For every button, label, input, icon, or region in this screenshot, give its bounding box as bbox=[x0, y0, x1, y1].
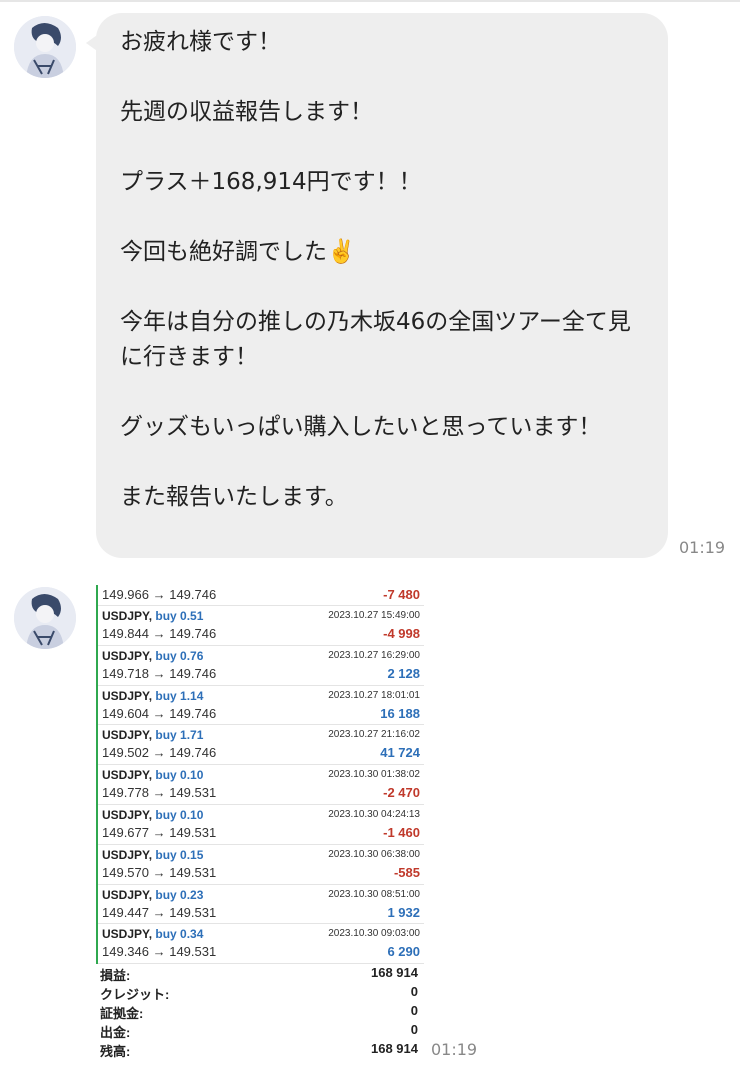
trade-prices: 149.844 → 149.746 bbox=[102, 626, 217, 641]
symbol-label: USDJPY, bbox=[102, 648, 153, 663]
summary-label: 出金: bbox=[100, 1025, 131, 1040]
avatar-illustration-icon bbox=[14, 16, 76, 78]
trade-symbol: USDJPY, buy 1.71 bbox=[102, 728, 203, 742]
symbol-label: USDJPY, bbox=[102, 609, 153, 623]
trade-prices: 149.502 → 149.746 bbox=[102, 745, 217, 761]
trade-prices: 149.346 → 149.531 bbox=[102, 944, 217, 960]
trade-history-image[interactable]: 149.966 → 149.746 -7 480 USDJPY, buy 0.5… bbox=[92, 585, 424, 1063]
trade-prices: 149.966 → 149.746 bbox=[102, 587, 217, 602]
trade-symbol: USDJPY, buy 0.10 bbox=[102, 768, 203, 782]
trade-row: USDJPY, buy 1.71 2023.10.27 21:16:02 149.5… bbox=[98, 725, 424, 766]
trade-datetime: 2023.10.27 18:01:01 bbox=[328, 689, 420, 701]
trade-prices: 149.447 → 149.531 bbox=[102, 904, 217, 920]
trade-prices: 149.718 → 149.746 bbox=[102, 665, 217, 681]
message-line: グッズもいっぱい購入したいと思っています！ bbox=[120, 414, 602, 440]
trade-list: 149.966 → 149.746 -7 480 USDJPY, buy 0.5… bbox=[96, 585, 424, 965]
summary-line: 損益: 168 914 bbox=[100, 965, 420, 984]
trade-row: USDJPY, buy 0.51 2023.10.27 15:49:00 149.8… bbox=[98, 606, 424, 646]
summary-line: 出金: 0 bbox=[100, 1022, 420, 1041]
message-line: お疲れ様です！ bbox=[120, 29, 281, 55]
symbol-label: USDJPY, bbox=[102, 728, 153, 743]
avatar-illustration-icon bbox=[14, 587, 76, 649]
summary-label: 残高: bbox=[100, 1044, 131, 1059]
trade-symbol: USDJPY, buy 1.14 bbox=[102, 689, 203, 703]
trade-profit: -585 bbox=[393, 864, 420, 880]
summary-value: 0 bbox=[410, 1003, 418, 1018]
trade-symbol: USDJPY, buy 0.23 bbox=[102, 888, 203, 902]
symbol-label: USDJPY, bbox=[102, 688, 153, 703]
summary-label: 証拠金: bbox=[100, 1006, 144, 1021]
side-label: buy 0.51 bbox=[155, 609, 204, 623]
trade-row: 149.966 → 149.746 -7 480 bbox=[98, 585, 424, 606]
sender-avatar[interactable] bbox=[14, 16, 76, 78]
message-line: また報告いたします。 bbox=[120, 484, 348, 510]
top-divider bbox=[0, 0, 740, 2]
side-label: buy 0.34 bbox=[155, 927, 204, 942]
trade-symbol: USDJPY, buy 0.51 bbox=[102, 609, 203, 623]
message-line: 今回も絶好調でした✌️ bbox=[120, 239, 356, 265]
summary-value: 168 914 bbox=[371, 965, 418, 980]
account-summary: 損益: 168 914 クレジット: 0 証拠金: 0 出金: 0 残高: 168 914 bbox=[100, 965, 420, 1060]
trade-symbol: USDJPY, buy 0.76 bbox=[102, 649, 203, 663]
summary-value: 0 bbox=[410, 1022, 418, 1037]
trade-datetime: 2023.10.27 16:29:00 bbox=[328, 649, 420, 661]
trade-datetime: 2023.10.30 06:38:00 bbox=[328, 848, 420, 860]
trade-datetime: 2023.10.30 01:38:02 bbox=[328, 769, 420, 781]
trade-symbol: USDJPY, buy 0.10 bbox=[102, 808, 203, 822]
side-label: buy 0.23 bbox=[155, 887, 204, 902]
trade-profit: 6 290 bbox=[387, 944, 420, 960]
side-label: buy 1.14 bbox=[155, 688, 204, 703]
summary-value: 168 914 bbox=[371, 1041, 418, 1056]
trade-row: USDJPY, buy 0.23 2023.10.30 08:51:00 149.4… bbox=[98, 885, 424, 925]
summary-label: 損益: bbox=[100, 968, 131, 983]
trade-datetime: 2023.10.27 15:49:00 bbox=[328, 610, 420, 621]
trade-profit: -7 480 bbox=[383, 587, 420, 602]
trade-profit: -2 470 bbox=[383, 785, 420, 801]
trade-profit: 16 188 bbox=[380, 705, 420, 721]
symbol-label: USDJPY, bbox=[102, 927, 153, 942]
summary-line: クレジット: 0 bbox=[100, 984, 420, 1003]
summary-line: 残高: 168 914 bbox=[100, 1041, 420, 1060]
trade-row: USDJPY, buy 0.34 2023.10.30 09:03:00 149.3… bbox=[98, 924, 424, 965]
summary-label: クレジット: bbox=[100, 987, 170, 1002]
symbol-label: USDJPY, bbox=[102, 887, 153, 902]
side-label: buy 0.10 bbox=[155, 807, 204, 822]
message-line: 先週の収益報告します！ bbox=[120, 99, 373, 125]
trade-prices: 149.570 → 149.531 bbox=[102, 864, 217, 880]
trade-profit: 1 932 bbox=[387, 904, 420, 920]
sender-avatar[interactable] bbox=[14, 587, 76, 649]
message-text: お疲れ様です！ 先週の収益報告します！ プラス＋168,914円です！！ 今回も… bbox=[120, 25, 650, 515]
trade-prices: 149.677 → 149.531 bbox=[102, 824, 217, 840]
trade-row: USDJPY, buy 1.14 2023.10.27 18:01:01 149.6… bbox=[98, 686, 424, 726]
trade-profit: 41 724 bbox=[380, 745, 420, 761]
symbol-label: USDJPY, bbox=[102, 847, 153, 862]
trade-datetime: 2023.10.30 09:03:00 bbox=[328, 928, 420, 940]
message-timestamp: 01:19 bbox=[679, 538, 726, 557]
summary-line: 証拠金: 0 bbox=[100, 1003, 420, 1022]
trade-profit: -1 460 bbox=[383, 824, 420, 840]
side-label: buy 0.10 bbox=[155, 768, 204, 783]
trade-datetime: 2023.10.30 04:24:13 bbox=[328, 808, 420, 820]
side-label: buy 0.76 bbox=[155, 648, 204, 663]
trade-profit: 2 128 bbox=[387, 665, 420, 681]
trade-datetime: 2023.10.30 08:51:00 bbox=[328, 888, 420, 900]
trade-row: USDJPY, buy 0.10 2023.10.30 04:24:13 149.6… bbox=[98, 805, 424, 845]
trade-row: USDJPY, buy 0.10 2023.10.30 01:38:02 149.7… bbox=[98, 765, 424, 805]
trade-symbol: USDJPY, buy 0.34 bbox=[102, 927, 203, 941]
trade-datetime: 2023.10.27 21:16:02 bbox=[328, 729, 420, 741]
summary-value: 0 bbox=[410, 984, 418, 999]
message-timestamp: 01:19 bbox=[431, 1040, 478, 1059]
side-label: buy 0.15 bbox=[155, 847, 204, 862]
trade-row: USDJPY, buy 0.15 2023.10.30 06:38:00 149.5… bbox=[98, 845, 424, 885]
symbol-label: USDJPY, bbox=[102, 768, 153, 783]
trade-prices: 149.604 → 149.746 bbox=[102, 705, 217, 721]
message-line: プラス＋168,914円です！！ bbox=[120, 169, 422, 195]
trade-profit: -4 998 bbox=[383, 626, 420, 641]
trade-prices: 149.778 → 149.531 bbox=[102, 785, 217, 801]
trade-symbol: USDJPY, buy 0.15 bbox=[102, 848, 203, 862]
message-line: 今年は自分の推しの乃木坂46の全国ツアー全て見に行きます！ bbox=[120, 309, 631, 370]
symbol-label: USDJPY, bbox=[102, 807, 153, 822]
trade-row: USDJPY, buy 0.76 2023.10.27 16:29:00 149.7… bbox=[98, 646, 424, 686]
side-label: buy 1.71 bbox=[155, 728, 204, 743]
